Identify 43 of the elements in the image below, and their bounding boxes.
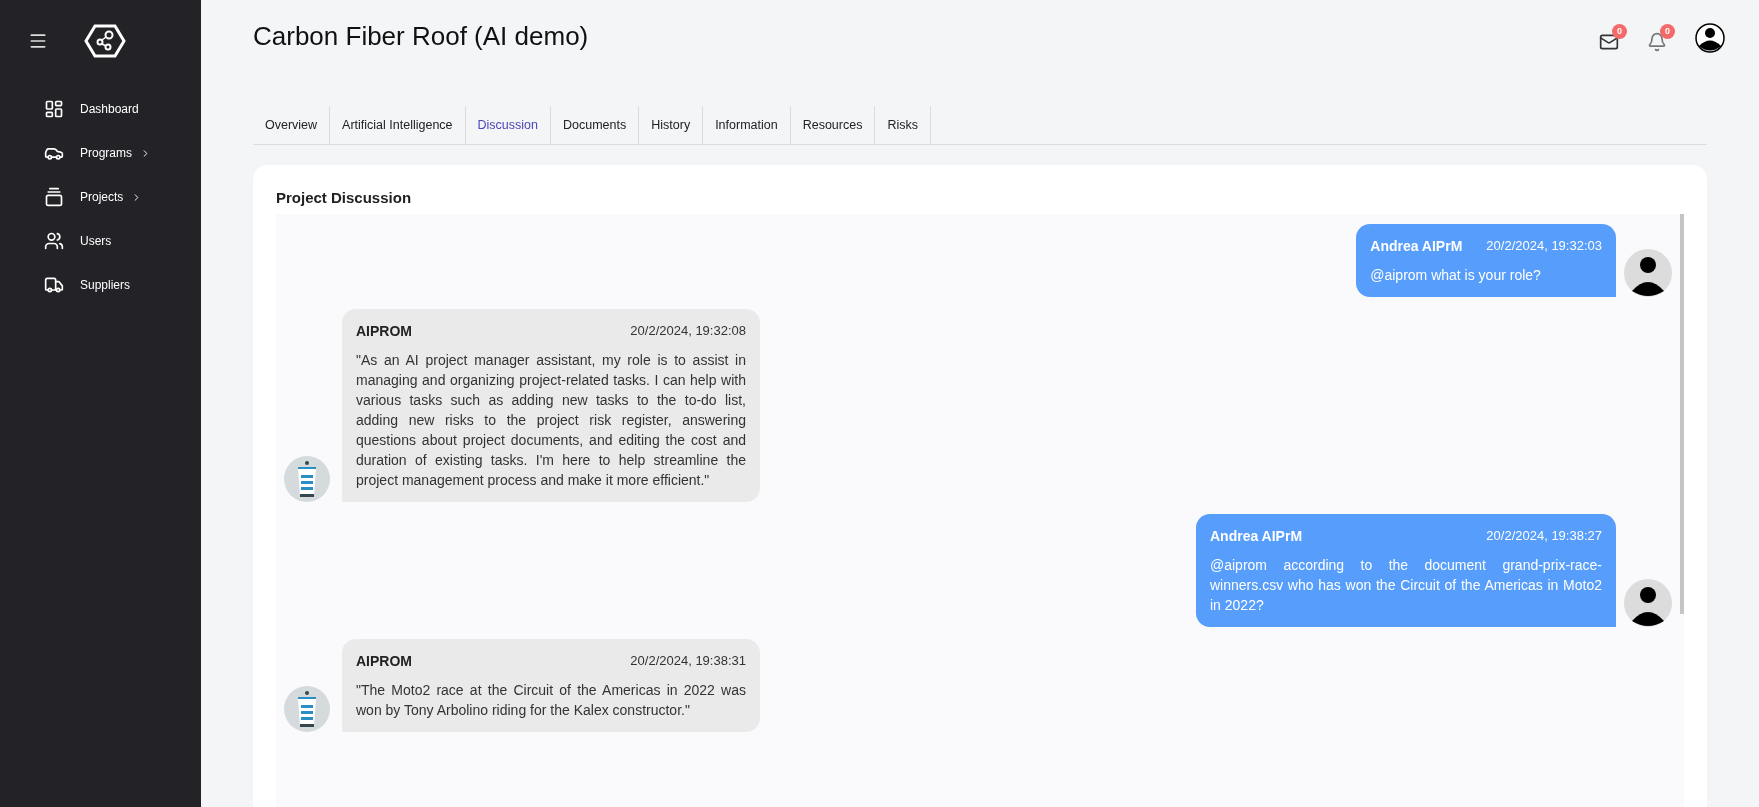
- sidebar-item[interactable]: Suppliers: [44, 274, 201, 296]
- stacked-cards-icon: [44, 187, 64, 207]
- section-title: Project Discussion: [276, 188, 413, 208]
- author-name: Andrea AIPrM: [1210, 526, 1303, 546]
- message-text: @aiprom according to the document grand-prix-race-winners.csv who has won the Circuit of the Americas in Moto2 in 2022?: [1210, 555, 1602, 615]
- mail-count-badge: 0: [1612, 24, 1627, 39]
- tab[interactable]: Risks: [875, 106, 931, 144]
- mail-icon: [1599, 32, 1619, 52]
- tab[interactable]: Overview: [253, 106, 331, 144]
- tab[interactable]: Documents: [551, 106, 640, 144]
- sidebar-item[interactable]: Projects: [44, 186, 201, 208]
- bot-avatar: [284, 685, 330, 732]
- notification-count-badge: 0: [1660, 24, 1675, 39]
- tab[interactable]: Resources: [790, 106, 876, 144]
- user-avatar: [1624, 578, 1672, 627]
- author-name: Andrea AIPrM: [1370, 236, 1463, 256]
- profile-avatar[interactable]: [1695, 23, 1725, 53]
- message-text: "As an AI project manager assistant, my role is to assist in managing and organizing project-related tasks. I can help with various tasks such as adding new tasks to the to-do list, adding new risks to the project risk register, answering questions about project documents, and editing the cost and duration of existing tasks. I'm here to help streamline the project management process and make it more efficient.": [356, 350, 746, 490]
- message-text: @aiprom what is your role?: [1370, 265, 1542, 285]
- tab[interactable]: History: [639, 106, 704, 144]
- sidebar-item[interactable]: Users: [44, 230, 201, 252]
- bell-icon: [1647, 32, 1667, 52]
- author-name: AIPROM: [356, 651, 412, 671]
- tab[interactable]: Discussion: [465, 106, 551, 144]
- menu-icon[interactable]: [28, 31, 48, 51]
- dashboard-icon: [44, 99, 64, 119]
- message-text: "The Moto2 race at the Circuit of the Americas in 2022 was won by Tony Arbolino riding for the Kalex constructor.": [356, 680, 746, 720]
- hexagon-logo-icon: [84, 24, 126, 58]
- message-time: 20/2/2024, 19:38:31: [630, 651, 746, 670]
- message-time: 20/2/2024, 19:38:27: [1486, 526, 1602, 545]
- page-title: Carbon Fiber Roof (AI demo): [253, 19, 589, 53]
- bot-avatar: [284, 455, 330, 502]
- message-time: 20/2/2024, 19:32:03: [1486, 236, 1602, 255]
- message-time: 20/2/2024, 19:32:08: [630, 321, 746, 340]
- tab[interactable]: Artificial Intelligence: [330, 106, 466, 144]
- truck-icon: [44, 275, 64, 295]
- tab[interactable]: Information: [703, 106, 791, 144]
- sidebar-item[interactable]: Dashboard: [44, 98, 201, 120]
- users-icon: [44, 231, 64, 251]
- user-avatar: [1624, 248, 1672, 297]
- scrollbar[interactable]: [1680, 213, 1684, 614]
- author-name: AIPROM: [356, 321, 412, 341]
- sidebar-item[interactable]: Programs: [44, 142, 201, 164]
